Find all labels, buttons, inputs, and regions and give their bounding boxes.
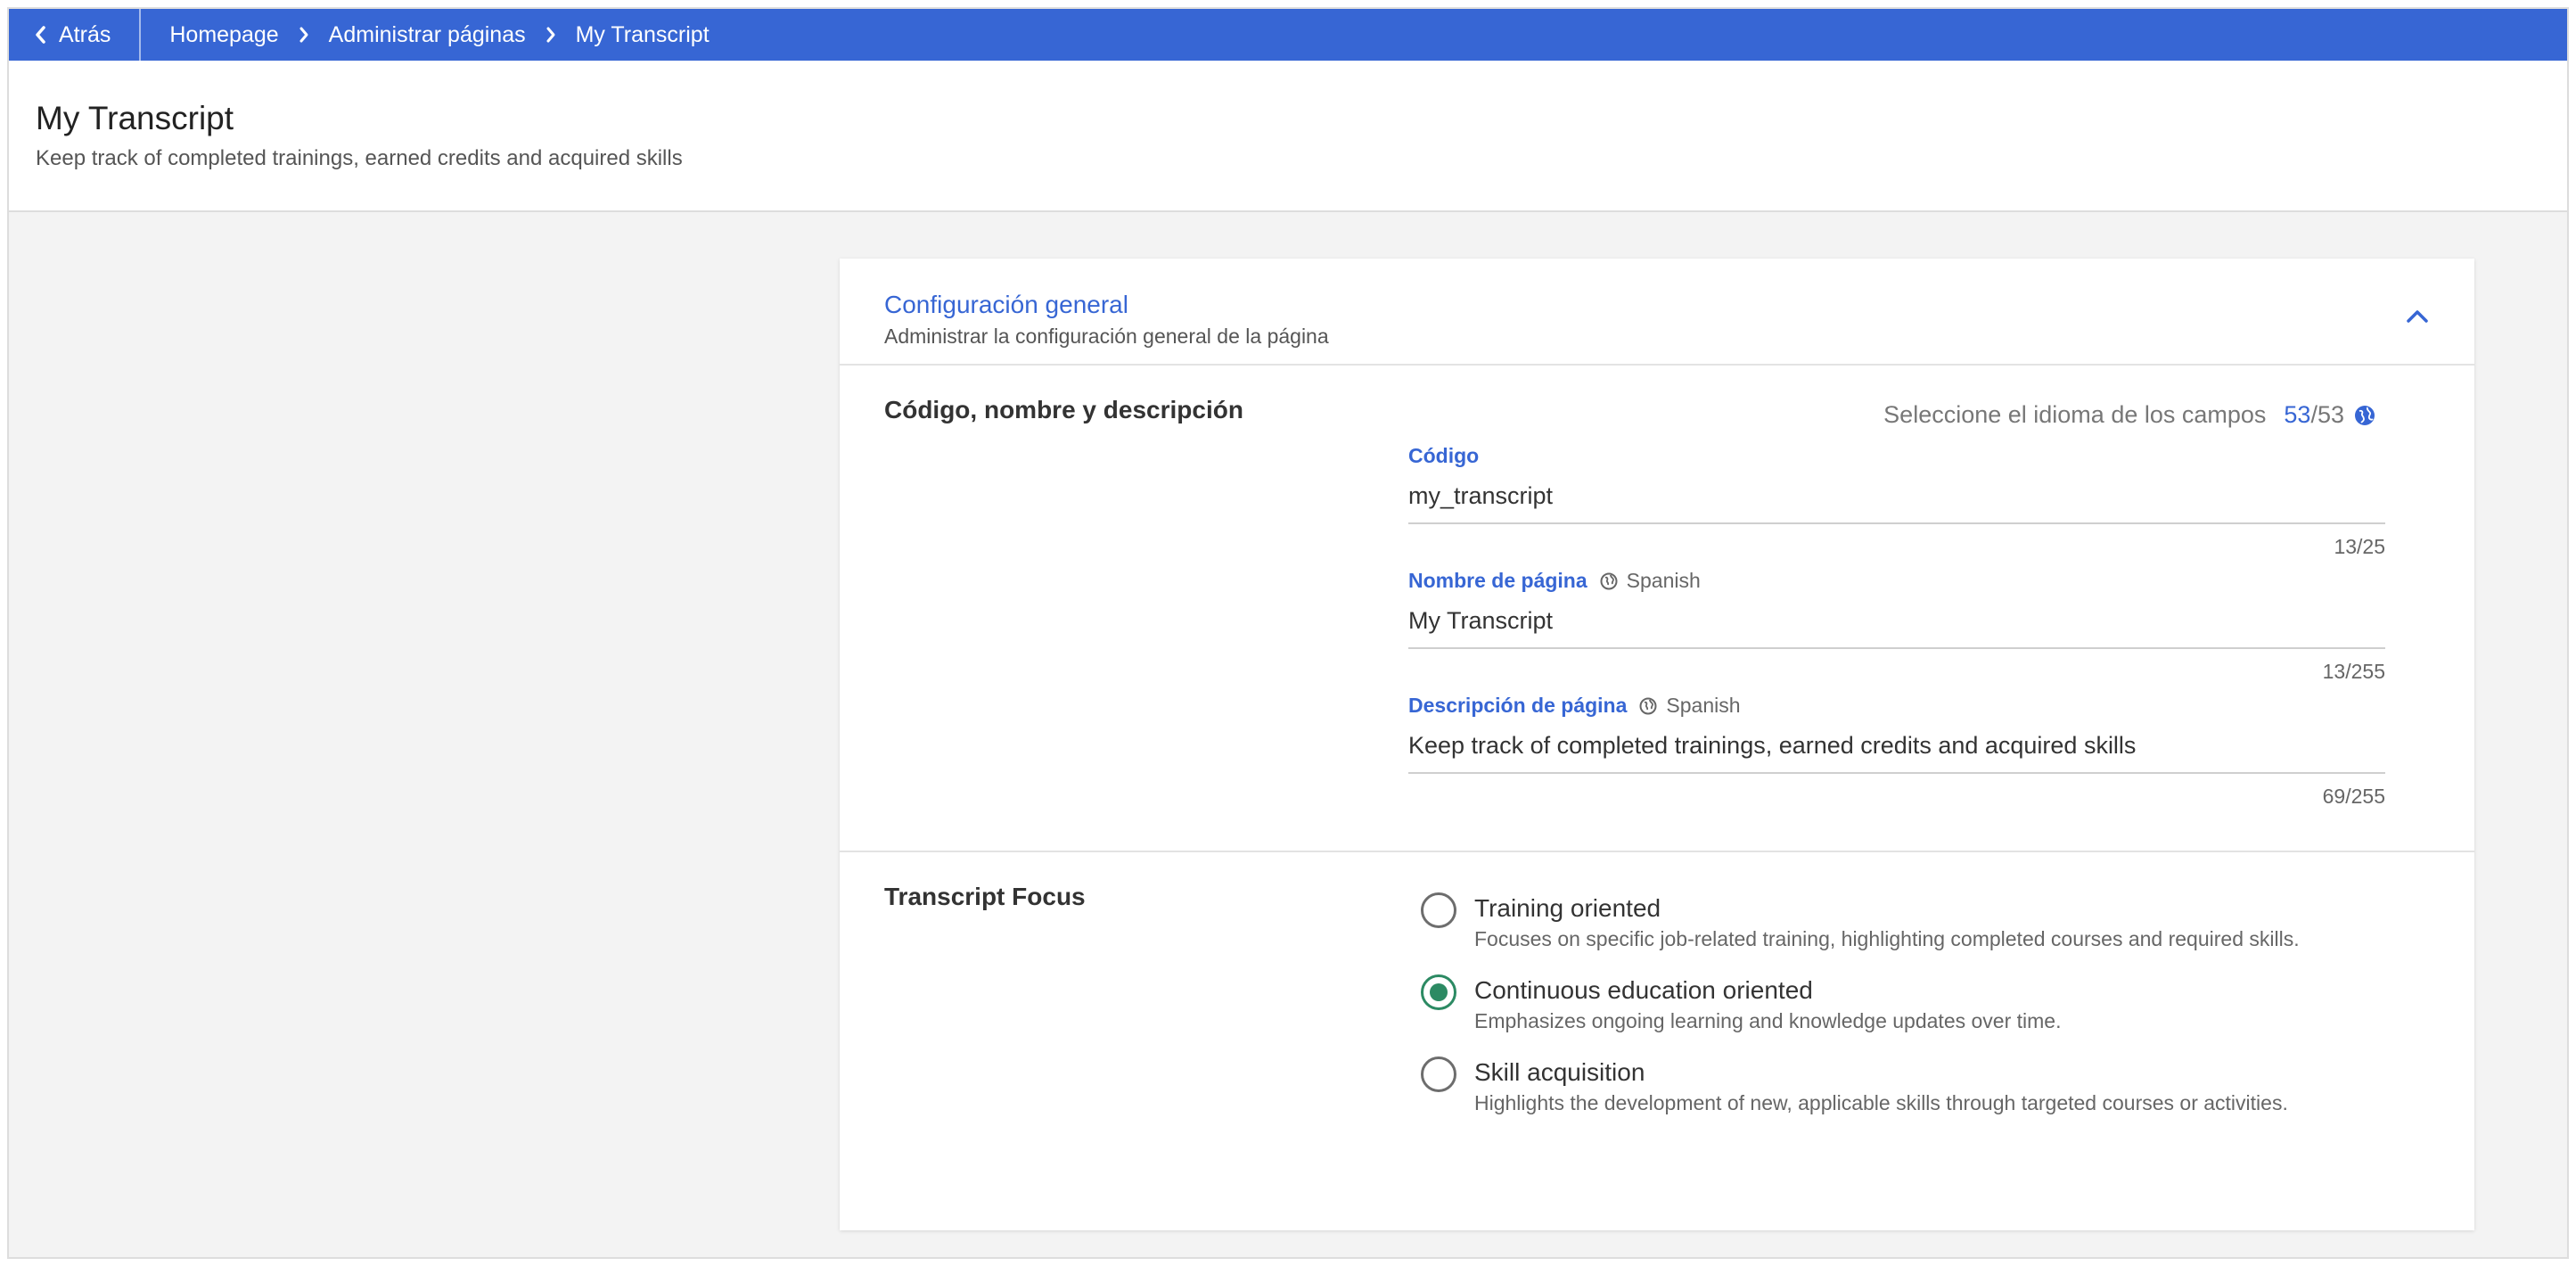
chevron-right-icon <box>299 26 309 44</box>
page-description-input[interactable] <box>1408 721 2385 774</box>
general-settings-card: Configuración general Administrar la con… <box>840 259 2474 1230</box>
page-description-label: Descripción de página <box>1408 694 1628 717</box>
radio-button[interactable] <box>1421 1056 1456 1092</box>
option-title: Continuous education oriented <box>1474 976 1813 1004</box>
top-navigation-bar: Atrás Homepage Administrar páginas My Tr… <box>9 9 2567 61</box>
app-frame: Atrás Homepage Administrar páginas My Tr… <box>7 7 2569 1259</box>
globe-icon <box>1639 697 1657 714</box>
page-name-input[interactable] <box>1408 596 2385 649</box>
page-subtitle: Keep track of completed trainings, earne… <box>36 146 683 170</box>
page-description-char-counter: 69/255 <box>2322 785 2385 808</box>
option-description: Emphasizes ongoing learning and knowledg… <box>1474 1009 2062 1032</box>
breadcrumb-administrar-paginas[interactable]: Administrar páginas <box>329 22 526 48</box>
chevron-right-icon <box>546 26 556 44</box>
option-continuous-education[interactable]: Continuous education oriented Emphasizes… <box>1421 974 2392 1034</box>
chevron-left-icon <box>36 26 45 44</box>
breadcrumb-homepage[interactable]: Homepage <box>169 22 278 48</box>
collapse-button[interactable] <box>2400 298 2435 333</box>
code-char-counter: 13/25 <box>2334 535 2385 558</box>
option-title: Training oriented <box>1474 894 1661 922</box>
language-count[interactable]: 53/53 <box>2284 401 2344 429</box>
page-description-field: Descripción de página Spanish 69/255 <box>1408 694 2385 809</box>
card-title: Configuración general <box>884 291 1128 318</box>
page-description-language: Spanish <box>1639 694 1741 718</box>
option-description: Highlights the development of new, appli… <box>1474 1091 2288 1114</box>
breadcrumb-current: My Transcript <box>575 21 710 47</box>
page-header: My Transcript Keep track of completed tr… <box>9 61 2567 212</box>
option-skill-acquisition[interactable]: Skill acquisition Highlights the develop… <box>1421 1056 2392 1116</box>
globe-icon <box>1600 572 1618 589</box>
radio-button[interactable] <box>1421 892 1456 928</box>
page-name-language: Spanish <box>1600 569 1701 593</box>
page-name-field: Nombre de página Spanish 13/255 <box>1408 569 2385 684</box>
page-name-char-counter: 13/255 <box>2322 660 2385 683</box>
option-training-oriented[interactable]: Training oriented Focuses on specific jo… <box>1421 892 2392 952</box>
card-header[interactable]: Configuración general Administrar la con… <box>840 259 2474 366</box>
section-label: Transcript Focus <box>884 883 1086 910</box>
transcript-focus-radio-group: Training oriented Focuses on specific jo… <box>1421 892 2392 1139</box>
code-field: Código 13/25 <box>1408 444 2385 559</box>
option-description: Focuses on specific job-related training… <box>1474 927 2300 950</box>
field-language-selector[interactable]: Seleccione el idioma de los campos 53/53 <box>1883 401 2376 429</box>
globe-icon[interactable] <box>2353 404 2376 427</box>
section-label: Código, nombre y descripción <box>884 396 1243 423</box>
option-title: Skill acquisition <box>1474 1058 1645 1086</box>
code-label: Código <box>1408 444 1480 467</box>
code-name-description-section: Código, nombre y descripción Seleccione … <box>840 366 2474 852</box>
chevron-up-icon <box>2407 310 2428 323</box>
language-selector-text: Seleccione el idioma de los campos <box>1883 401 2267 428</box>
back-label: Atrás <box>59 21 111 47</box>
transcript-focus-section: Transcript Focus Training oriented Focus… <box>840 852 2474 1227</box>
page-title: My Transcript <box>36 100 234 136</box>
page-name-label: Nombre de página <box>1408 569 1587 592</box>
radio-button-selected[interactable] <box>1421 974 1456 1010</box>
code-input[interactable] <box>1408 472 2385 524</box>
breadcrumb: Homepage Administrar páginas My Transcri… <box>141 22 709 48</box>
card-description: Administrar la configuración general de … <box>884 325 1329 348</box>
back-button[interactable]: Atrás <box>9 9 142 61</box>
